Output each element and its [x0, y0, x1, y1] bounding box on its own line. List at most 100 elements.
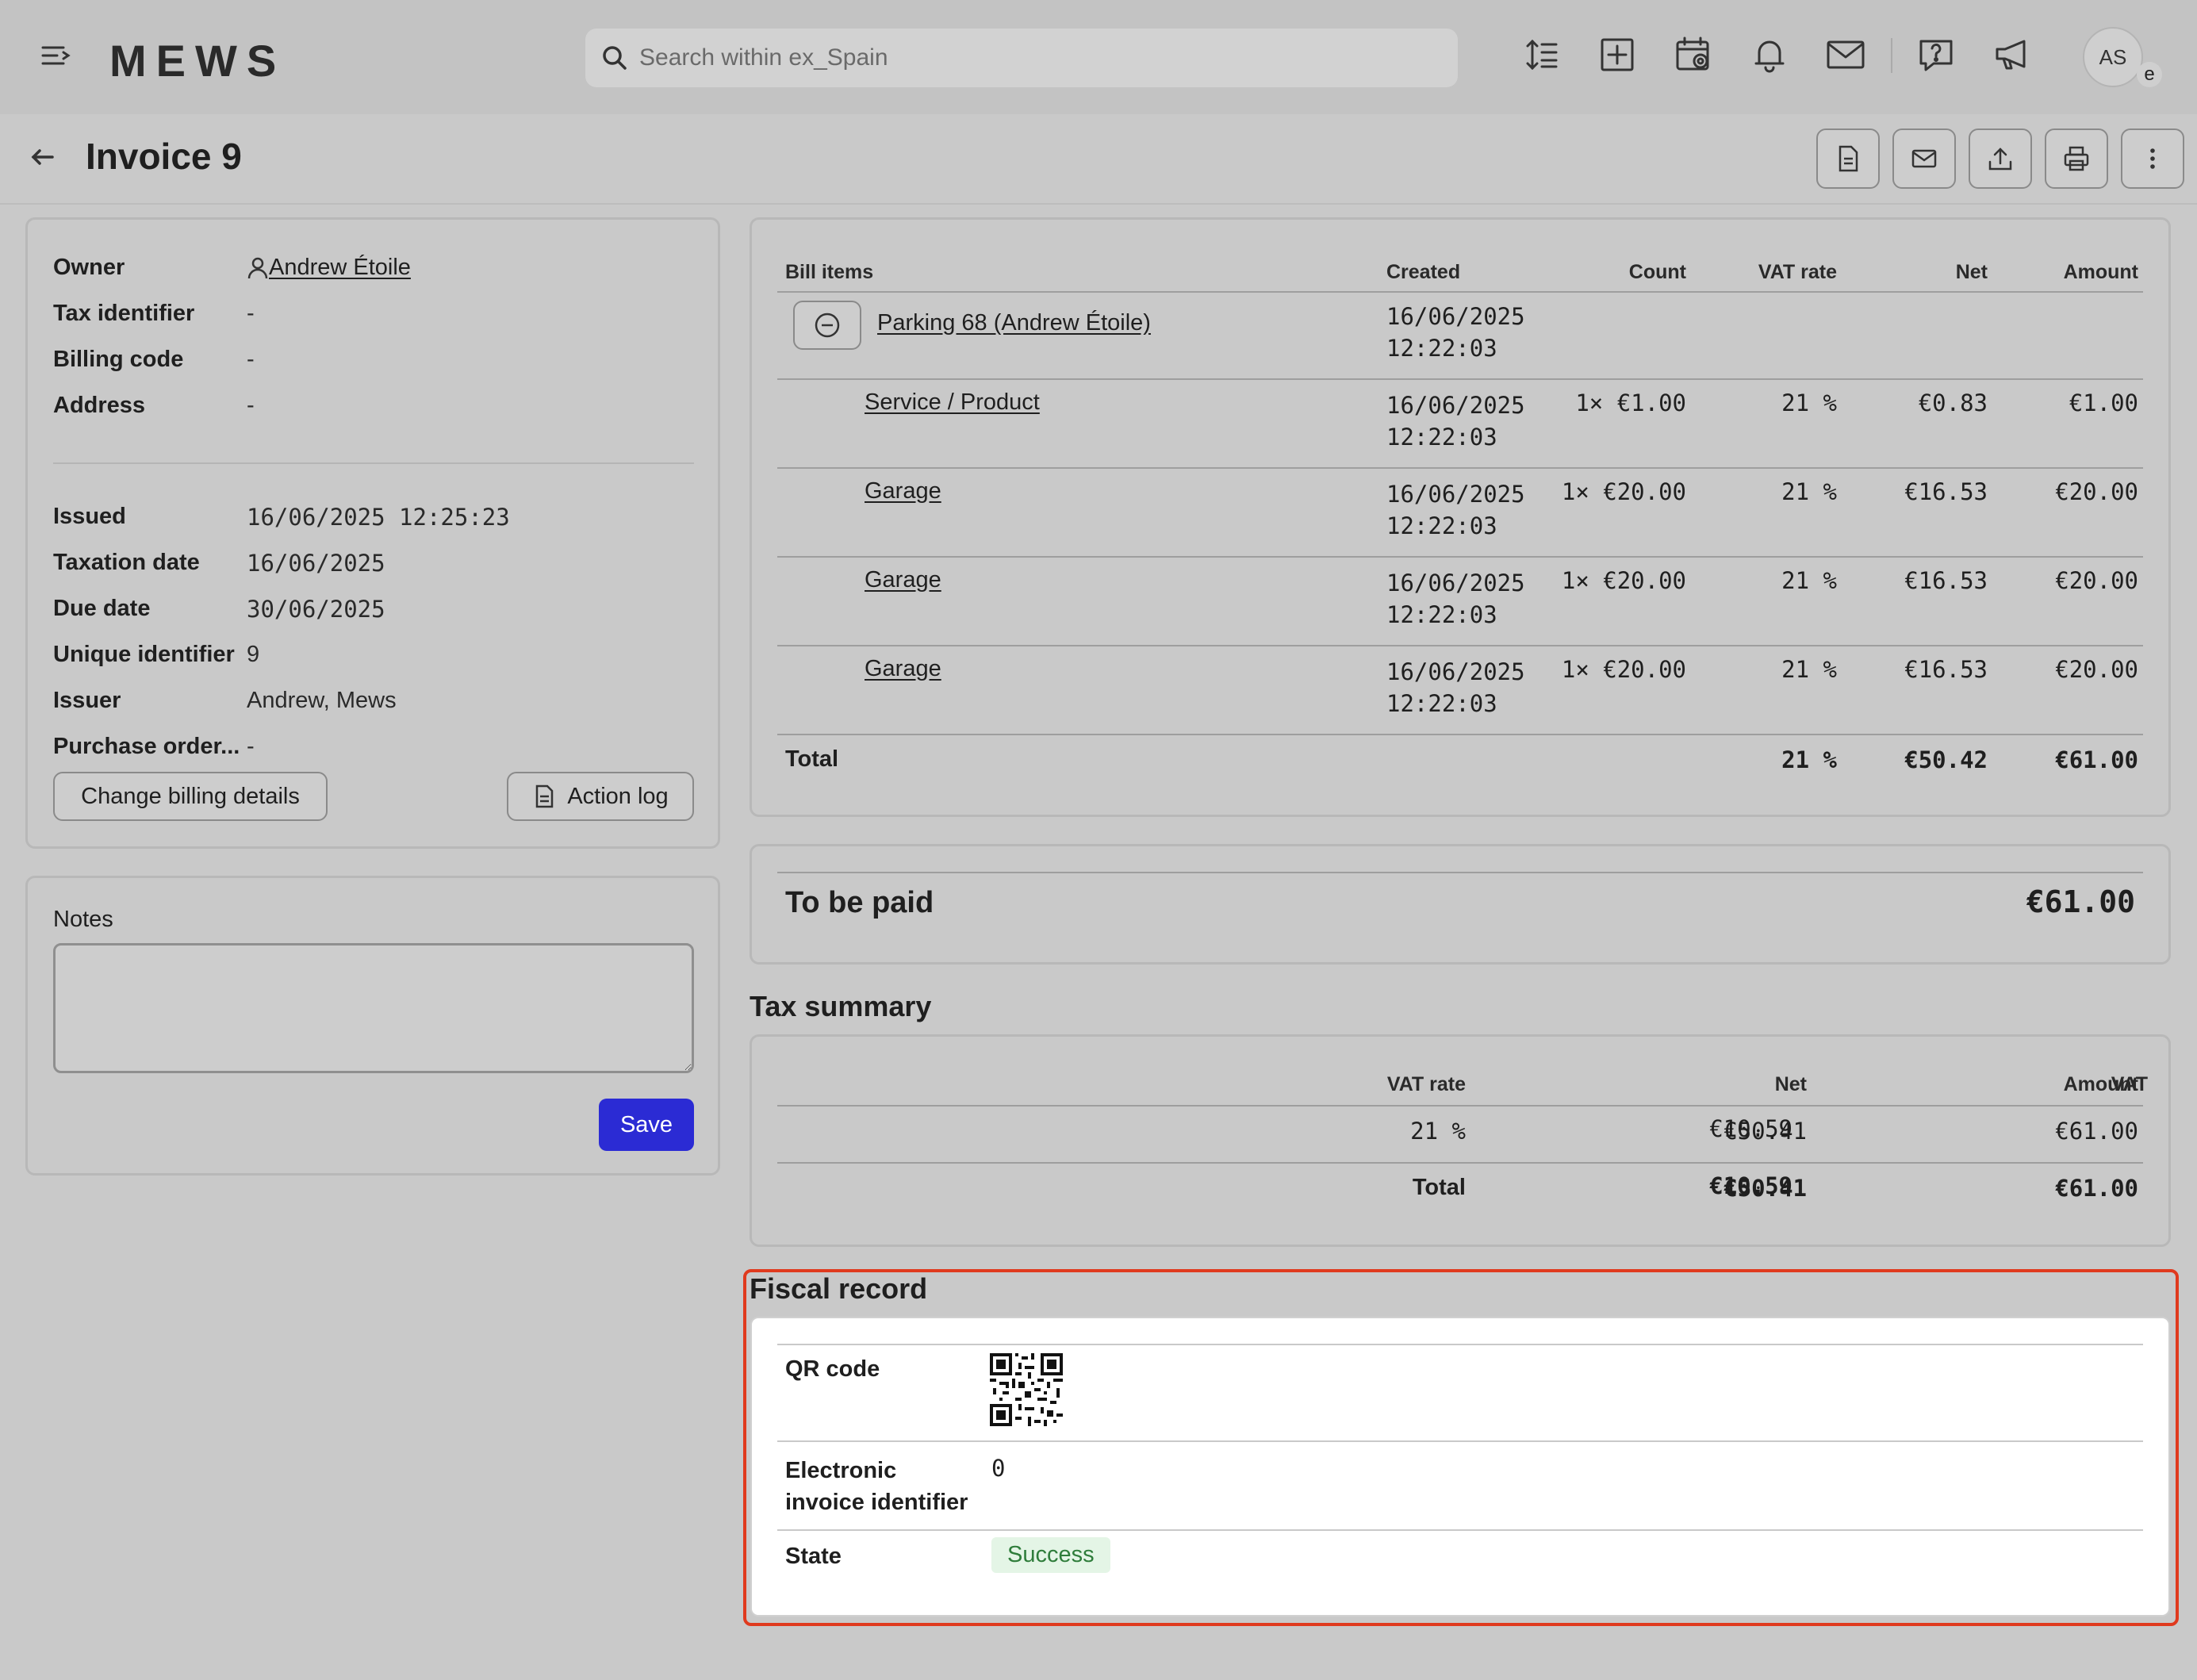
export-button[interactable] [1969, 128, 2032, 189]
bill-item-net: €16.53 [1904, 478, 1988, 505]
action-log-button[interactable]: Action log [507, 772, 694, 821]
bill-item-count: 1× €1.00 [1575, 389, 1686, 416]
tax-col-amount: Amount [2063, 1073, 2138, 1095]
state-label: State [785, 1544, 842, 1569]
bill-total-label: Total [785, 746, 839, 772]
bill-item-link[interactable]: Garage [865, 567, 941, 593]
bill-item-created: 16/06/2025 12:22:03 [1386, 392, 1525, 451]
upload-icon [1988, 148, 2012, 171]
printer-icon [2064, 146, 2089, 171]
notes-label: Notes [53, 907, 113, 932]
electronic-invoice-label: Electronic invoice identifier [785, 1458, 968, 1515]
document-button[interactable] [1816, 128, 1880, 189]
invoice-details-panel: Owner Andrew Étoile Tax identifier - Bil… [25, 217, 720, 849]
owner-row: Owner Andrew Étoile [53, 255, 411, 281]
bill-item-amount: €20.00 [2055, 478, 2138, 505]
notes-panel: Notes Save [25, 876, 720, 1176]
minus-circle-icon [815, 313, 840, 338]
tax-row-amount: €61.00 [2055, 1118, 2138, 1145]
electronic-invoice-value: 0 [991, 1455, 1006, 1482]
issuer-value: Andrew, Mews [247, 688, 397, 713]
purchase-order-label: Purchase order... [53, 734, 240, 759]
issued-value: 16/06/2025 12:25:23 [247, 504, 510, 531]
billing-code-value: - [247, 347, 255, 372]
help-icon[interactable] [1916, 35, 1956, 75]
print-button[interactable] [2045, 128, 2108, 189]
fiscal-top-divider [777, 1344, 2143, 1345]
document-icon [536, 784, 554, 808]
bill-item-link[interactable]: Garage [865, 478, 941, 504]
bill-item-created: 16/06/2025 12:22:03 [1386, 658, 1525, 717]
tax-row-vat-rate: 21 % [1410, 1118, 1466, 1145]
change-billing-details-label: Change billing details [81, 783, 300, 809]
mail-icon[interactable] [1826, 35, 1865, 75]
bill-item-link[interactable]: Service / Product [865, 389, 1040, 416]
bill-total-net: €50.42 [1904, 746, 1988, 773]
owner-label: Owner [53, 255, 125, 280]
megaphone-icon[interactable] [1992, 35, 2032, 75]
fiscal-row-divider [777, 1440, 2143, 1442]
back-arrow-icon[interactable] [27, 141, 59, 173]
search-bar[interactable] [585, 29, 1458, 87]
unique-identifier-row: Unique identifier 9 [53, 642, 259, 668]
taxation-date-value: 16/06/2025 [247, 550, 385, 577]
address-label: Address [53, 393, 146, 418]
details-divider [53, 462, 694, 464]
mail-icon [1911, 149, 1937, 168]
tax-identifier-label: Tax identifier [53, 301, 195, 326]
col-created: Created [1386, 261, 1461, 283]
row-divider [777, 378, 2143, 380]
tax-total-label: Total [1412, 1175, 1466, 1200]
toolbar-divider [1891, 38, 1892, 73]
add-square-icon[interactable] [1597, 35, 1637, 75]
address-value: - [247, 393, 255, 418]
tax-total-amount: €61.00 [2055, 1175, 2138, 1202]
email-invoice-button[interactable] [1892, 128, 1956, 189]
row-divider [777, 467, 2143, 469]
user-avatar[interactable]: AS [2083, 27, 2143, 87]
owner-link[interactable]: Andrew Étoile [269, 255, 411, 281]
bill-item-created: 16/06/2025 12:22:03 [1386, 570, 1525, 628]
bill-total-amount: €61.00 [2055, 746, 2138, 773]
due-date-label: Due date [53, 596, 151, 621]
line-height-icon[interactable] [1521, 35, 1561, 75]
tax-row-divider [777, 1162, 2143, 1164]
tax-row-vat: €10.59 [1709, 1115, 1792, 1142]
row-divider [777, 556, 2143, 558]
change-billing-details-button[interactable]: Change billing details [53, 772, 328, 821]
bill-group-link[interactable]: Parking 68 (Andrew Étoile) [877, 310, 1151, 336]
row-divider [777, 734, 2143, 735]
unique-identifier-value: 9 [247, 642, 260, 667]
document-icon [1839, 145, 1858, 172]
table-header-divider [777, 291, 2143, 293]
collapse-group-button[interactable] [793, 301, 861, 350]
bill-item-vat: 21 % [1781, 389, 1837, 416]
bill-item-vat: 21 % [1781, 567, 1837, 594]
unique-identifier-label: Unique identifier [53, 642, 235, 667]
row-divider [777, 645, 2143, 646]
avatar-badge: e [2137, 62, 2162, 87]
bill-item-count: 1× €20.00 [1561, 478, 1686, 505]
search-icon [600, 43, 630, 73]
due-date-row: Due date 30/06/2025 [53, 596, 385, 623]
mews-logo[interactable]: MEWS [109, 35, 286, 86]
save-notes-button[interactable]: Save [599, 1099, 694, 1151]
menu-toggle-icon[interactable] [40, 40, 71, 71]
more-options-button[interactable] [2121, 128, 2184, 189]
bell-icon[interactable] [1750, 35, 1789, 75]
qr-code-label: QR code [785, 1356, 880, 1382]
due-date-value: 30/06/2025 [247, 596, 385, 623]
person-icon [247, 257, 268, 278]
search-input[interactable] [639, 38, 1432, 78]
purchase-order-row: Purchase order... - [53, 734, 255, 760]
bill-item-count: 1× €20.00 [1561, 656, 1686, 683]
notes-textarea[interactable] [53, 943, 694, 1073]
fiscal-row-divider [777, 1529, 2143, 1531]
bill-item-link[interactable]: Garage [865, 656, 941, 682]
tax-summary-panel: VAT rate Net VAT Amount 21 % €50.41 €61.… [750, 1034, 2171, 1247]
fiscal-record-title: Fiscal record [750, 1272, 928, 1305]
status-badge: Success [991, 1537, 1110, 1573]
calendar-view-icon[interactable] [1674, 35, 1713, 75]
bill-item-net: €16.53 [1904, 567, 1988, 594]
bill-item-amount: €20.00 [2055, 567, 2138, 594]
